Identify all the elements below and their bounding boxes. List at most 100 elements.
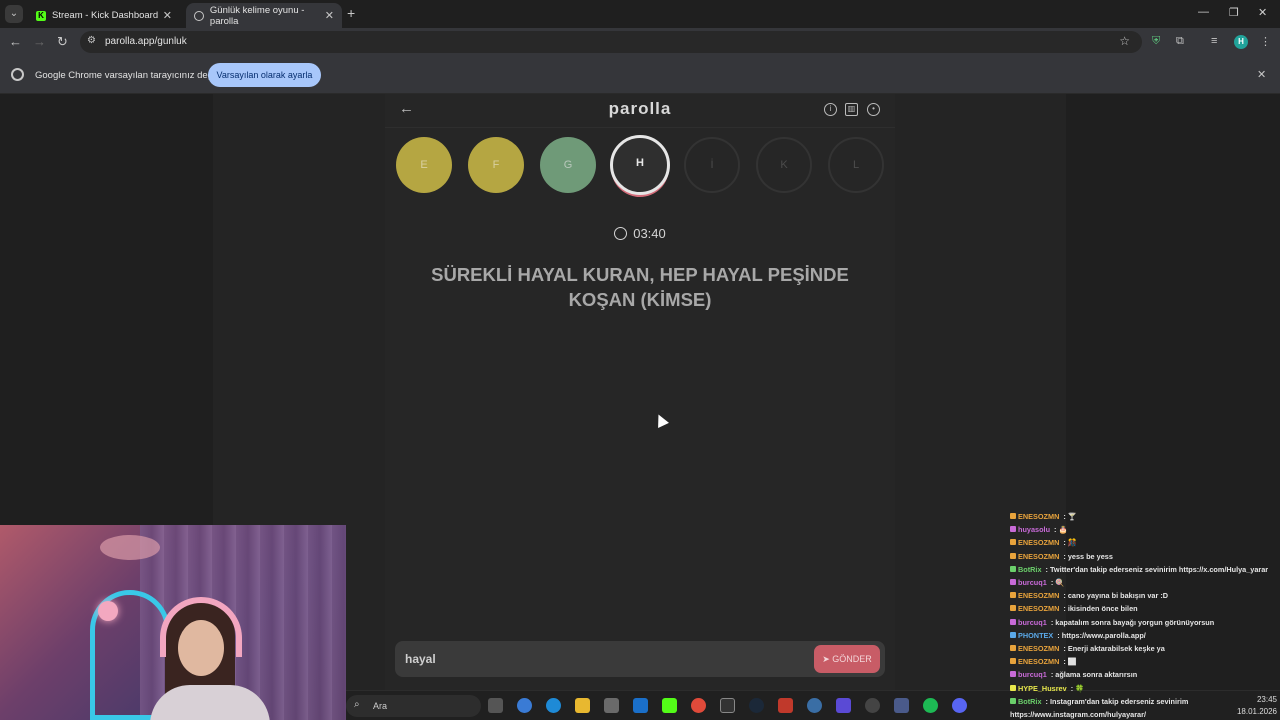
chat-message: ENESOZMN : ⬜ [1010,655,1280,668]
chat-badge-icon [1010,684,1016,691]
chat-message: HYPE_Husrev : 🍀 [1010,682,1280,695]
chat-message: ENESOZMN : 🎊 [1010,536,1280,549]
chat-text: : yess be yess [1061,551,1113,561]
tab-title: Günlük kelime oyunu - parolla [209,4,305,27]
app-icon[interactable] [894,698,909,713]
chat-message: https://www.instagram.com/hulyayarar/ [1010,708,1280,720]
chat-text: : Twitter'dan takip ederseniz sevinirim … [1043,564,1269,574]
task-view-icon[interactable] [488,698,503,713]
user-icon[interactable]: • [867,103,880,116]
chat-badge-icon [1010,671,1016,678]
chat-username: burcuq1 [1018,617,1047,627]
menu-kebab-icon[interactable]: ⋮ [1260,35,1271,48]
taskbar-search[interactable]: ⌕ Ara [346,695,481,717]
media-control-icon[interactable]: ≡ [1211,35,1217,47]
chat-username: burcuq1 [1018,578,1047,588]
info-icon[interactable]: i [824,103,837,116]
site-info-icon[interactable]: ⚙ [87,35,96,46]
search-icon: ⌕ [354,699,360,710]
edge-icon[interactable] [546,698,561,713]
chat-text: : cano yayına bi bakışın var :D [1061,591,1169,601]
app-icon[interactable] [865,698,880,713]
chat-text: : ağlama sonra aktarırsın [1048,670,1138,680]
chat-badge-icon [1010,552,1016,559]
chrome-icon[interactable] [691,698,706,713]
chat-message: ENESOZMN : Enerji aktarabilsek keşke ya [1010,642,1280,655]
chat-message: ENESOZMN : ikisinden önce bilen [1010,602,1280,615]
chat-text: : https://www.parolla.app/ [1055,630,1146,640]
reload-icon[interactable]: ↻ [57,34,68,50]
chat-badge-icon [1010,645,1016,652]
new-tab-button[interactable]: + [347,5,355,21]
send-button[interactable]: ➤ GÖNDER [814,645,880,673]
minimize-icon[interactable]: — [1198,6,1209,18]
copilot-icon[interactable] [517,698,532,713]
globe-icon [194,10,204,21]
close-window-icon[interactable]: ✕ [1258,6,1267,19]
answer-input[interactable] [405,650,795,668]
chat-username: ENESOZMN [1018,644,1060,654]
set-default-button[interactable]: Varsayılan olarak ayarla [208,63,321,87]
chat-badge-icon [1010,513,1016,519]
spotify-icon[interactable] [923,698,938,713]
chat-username: BotRix [1018,564,1042,574]
chat-message: huyasolu : 🎂 [1010,523,1280,536]
chat-badge-icon [1010,631,1016,638]
letter-circle-k: K [756,137,812,193]
address-bar[interactable]: ⚙ parolla.app/gunluk ☆ [80,31,1142,53]
chat-message: ENESOZMN : yess be yess [1010,550,1280,563]
chat-text: https://www.instagram.com/hulyayarar/ [1010,710,1146,720]
tab-kick-dashboard[interactable]: K Stream - Kick Dashboard ✕ [28,3,180,28]
chat-text: : ⬜ [1061,657,1077,667]
chat-text: : 🍭 [1048,578,1065,588]
chat-text: : kapatalım sonra bayağı yorgun görünüyo… [1048,617,1215,627]
countdown-timer: 03:40 [385,226,895,241]
close-tab-icon[interactable]: ✕ [325,9,334,22]
stats-chart-icon[interactable]: ▥ [845,103,858,116]
chat-message: burcuq1 : kapatalım sonra bayağı yorgun … [1010,616,1280,629]
restore-icon[interactable]: ❐ [1229,6,1239,19]
letter-circle-g: G [540,137,596,193]
tab-title: Stream - Kick Dashboard [52,10,159,21]
app-icon[interactable] [778,698,793,713]
chat-username: BotRix [1018,696,1042,706]
chat-text: : 🍸 [1061,512,1077,521]
back-icon[interactable]: ← [9,34,22,49]
extensions-puzzle-icon[interactable]: ⧉ [1176,35,1184,48]
chat-text: : 🎂 [1052,525,1068,535]
chat-username: huyasolu [1018,525,1051,535]
chat-message: BotRix : Twitter'dan takip ederseniz sev… [1010,563,1280,576]
profile-avatar[interactable]: H [1234,35,1248,49]
app-icon[interactable] [807,698,822,713]
chat-username: ENESOZMN [1018,591,1060,601]
stream-chat-overlay: ENESOZMN : 🍸 huyasolu : 🎂 ENESOZMN : 🎊 ENES… [1010,510,1280,720]
kick-icon[interactable] [662,698,677,713]
forward-icon[interactable]: → [33,34,46,49]
bookmark-star-icon[interactable]: ☆ [1119,34,1130,48]
answer-bar: ➤ GÖNDER [395,641,885,677]
chat-message: burcuq1 : ağlama sonra aktarırsın [1010,668,1280,681]
kick-favicon-icon: K [36,10,46,21]
close-tab-icon[interactable]: ✕ [163,9,172,22]
epic-games-icon[interactable] [720,698,735,713]
tab-search-icon[interactable]: ⌄ [5,5,23,23]
steam-icon[interactable] [749,698,764,713]
file-explorer-icon[interactable] [575,698,590,713]
clock-icon [614,227,628,240]
close-infobar-icon[interactable]: ✕ [1257,68,1266,81]
chat-badge-icon [1010,579,1016,586]
app-logo[interactable]: parolla [385,99,895,119]
letter-circle-i: İ [684,137,740,193]
infobar-message: Google Chrome varsayılan tarayıcınız değ… [35,70,218,81]
app-icon[interactable] [836,698,851,713]
discord-icon[interactable] [952,698,967,713]
default-browser-infobar: Google Chrome varsayılan tarayıcınız değ… [0,56,1280,94]
extension-shield-icon[interactable]: ⛨ [1152,35,1160,48]
chat-badge-icon [1010,526,1016,533]
outlook-icon[interactable] [633,698,648,713]
chat-text: : Enerji aktarabilsek keşke ya [1061,644,1165,654]
store-icon[interactable] [604,698,619,713]
letter-circle-l: L [828,137,884,193]
chat-message: PHONTEX : https://www.parolla.app/ [1010,629,1280,642]
tab-parolla[interactable]: Günlük kelime oyunu - parolla ✕ [186,3,342,28]
